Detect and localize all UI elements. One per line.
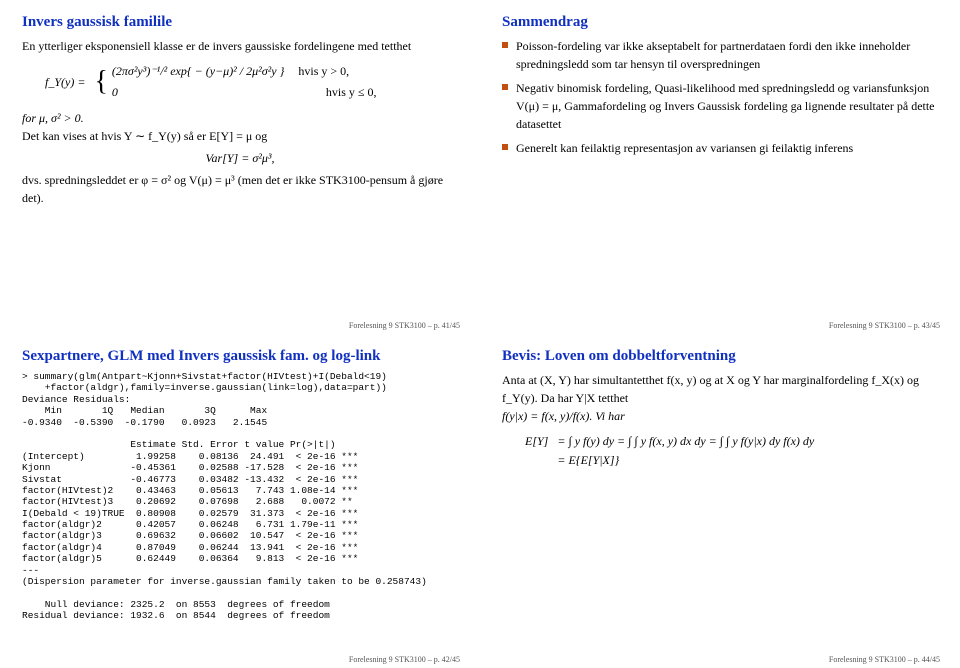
code-output: > summary(glm(Antpart~Kjonn+Sivstat+fact…	[22, 371, 458, 622]
paragraph: En ytterliger eksponensiell klasse er de…	[22, 37, 458, 55]
bullet-item: Generelt kan feilaktig representasjon av…	[502, 139, 938, 157]
eq-lhs: E[Y]	[524, 433, 554, 450]
bullet-icon	[502, 42, 508, 48]
paragraph: f(y|x) = f(x, y)/f(x). Vi har	[502, 407, 938, 425]
eq-cond: hvis y > 0,	[298, 64, 349, 79]
equation: f_Y(y) = { (2πσ²y³)⁻¹/² exp{ − (y−μ)² / …	[42, 61, 458, 103]
slide-title: Bevis: Loven om dobbeltforventning	[502, 348, 938, 365]
eq-rhs: = E{E[Y|X]}	[556, 452, 815, 469]
paragraph: Anta at (X, Y) har simultantetthet f(x, …	[502, 371, 938, 407]
bullet-item: Negativ binomisk fordeling, Quasi-likeli…	[502, 79, 938, 133]
bullet-icon	[502, 84, 508, 90]
slide-43: Sammendrag Poisson-fordeling var ikke ak…	[480, 0, 960, 334]
slide-42: Sexpartnere, GLM med Invers gaussisk fam…	[0, 334, 480, 668]
page-footer: Forelesning 9 STK3100 – p. 42/45	[349, 655, 460, 664]
paragraph: dvs. spredningsleddet er φ = σ² og V(μ) …	[22, 171, 458, 207]
slide-title: Sexpartnere, GLM med Invers gaussisk fam…	[22, 348, 458, 365]
eq-case: (2πσ²y³)⁻¹/² exp{ − (y−μ)² / 2μ²σ²y }	[112, 64, 285, 79]
page-footer: Forelesning 9 STK3100 – p. 43/45	[829, 321, 940, 330]
bullet-item: Poisson-fordeling var ikke akseptabelt f…	[502, 37, 938, 73]
bullet-text: Generelt kan feilaktig representasjon av…	[516, 139, 853, 157]
eq-rhs: = ∫ y f(y) dy = ∫ ∫ y f(x, y) dx dy = ∫ …	[556, 433, 815, 450]
bullet-text: Negativ binomisk fordeling, Quasi-likeli…	[516, 79, 938, 133]
paragraph: for μ, σ² > 0.	[22, 109, 458, 127]
slide-title: Sammendrag	[502, 14, 938, 31]
slide-title: Invers gaussisk familile	[22, 14, 458, 31]
page-footer: Forelesning 9 STK3100 – p. 44/45	[829, 655, 940, 664]
paragraph: Det kan vises at hvis Y ∼ f_Y(y) så er E…	[22, 127, 458, 145]
slide-41: Invers gaussisk familile En ytterliger e…	[0, 0, 480, 334]
equation: E[Y] = ∫ y f(y) dy = ∫ ∫ y f(x, y) dx dy…	[522, 431, 938, 471]
eq-lhs: f_Y(y) =	[44, 63, 91, 101]
bullet-text: Poisson-fordeling var ikke akseptabelt f…	[516, 37, 938, 73]
bullet-icon	[502, 144, 508, 150]
page-footer: Forelesning 9 STK3100 – p. 41/45	[349, 321, 460, 330]
eq-case: 0	[112, 85, 312, 100]
eq-cond: hvis y ≤ 0,	[326, 85, 377, 100]
equation: Var[Y] = σ²μ³,	[22, 149, 458, 167]
slide-44: Bevis: Loven om dobbeltforventning Anta …	[480, 334, 960, 668]
